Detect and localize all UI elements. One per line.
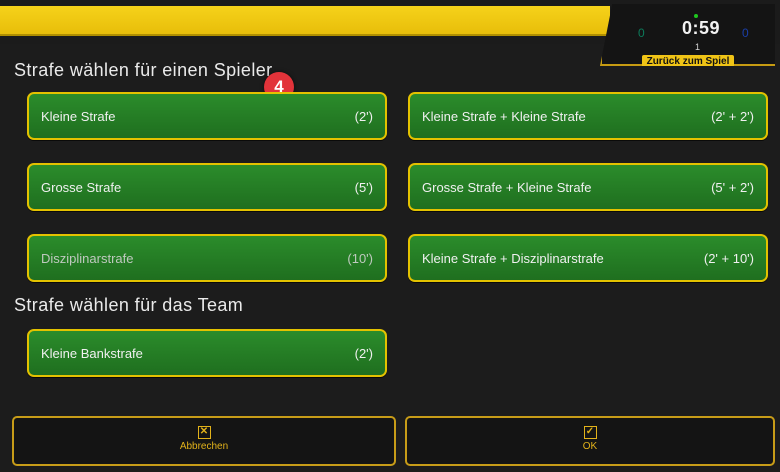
penalty-label: Kleine Strafe + Kleine Strafe xyxy=(422,108,586,124)
penalty-button-minor[interactable]: Kleine Strafe (2') xyxy=(27,92,387,140)
penalty-label: Grosse Strafe + Kleine Strafe xyxy=(422,179,592,195)
back-to-game-button[interactable]: Zurück zum Spiel xyxy=(642,55,734,66)
penalty-button-major[interactable]: Grosse Strafe (5') xyxy=(27,163,387,211)
ok-label: OK xyxy=(582,441,598,452)
penalty-duration: (2') xyxy=(354,108,373,124)
checkmark-icon: ✓ xyxy=(583,426,597,439)
penalty-button-major-minor[interactable]: Grosse Strafe + Kleine Strafe (5' + 2') xyxy=(408,163,768,211)
game-clock: 0:59 xyxy=(682,18,721,38)
penalty-label: Kleine Strafe + Disziplinarstrafe xyxy=(422,250,604,266)
penalty-button-minor-misconduct[interactable]: Kleine Strafe + Disziplinarstrafe (2' + … xyxy=(408,234,768,282)
penalty-duration: (5' + 2') xyxy=(711,179,754,195)
close-icon: ✕ xyxy=(197,426,211,439)
header-band xyxy=(0,6,610,36)
penalty-label: Kleine Bankstrafe xyxy=(41,345,143,361)
penalty-label: Disziplinarstrafe xyxy=(41,250,134,266)
penalty-label: Grosse Strafe xyxy=(41,179,122,195)
penalty-duration: (10') xyxy=(347,250,373,266)
penalty-button-misconduct[interactable]: Disziplinarstrafe (10') xyxy=(27,234,387,282)
player-penalty-title: Strafe wählen für einen Spieler xyxy=(14,60,273,80)
penalty-duration: (2' + 2') xyxy=(711,108,754,124)
penalty-button-minor-minor[interactable]: Kleine Strafe + Kleine Strafe (2' + 2') xyxy=(408,92,768,140)
penalty-label: Kleine Strafe xyxy=(41,108,116,124)
penalty-duration: (2') xyxy=(354,345,373,361)
ok-button[interactable]: ✓ OK xyxy=(405,416,775,466)
penalty-duration: (2' + 10') xyxy=(703,250,754,266)
team-penalty-title: Strafe wählen für das Team xyxy=(14,295,244,315)
away-score: 0 xyxy=(742,26,749,40)
cancel-label: Abbrechen xyxy=(179,441,229,452)
cancel-button[interactable]: ✕ Abbrechen xyxy=(12,416,396,466)
penalty-duration: (5') xyxy=(354,179,373,195)
period-indicator: 1 xyxy=(695,42,701,52)
scoreboard: 0 0:59 1 0 Zurück zum Spiel xyxy=(600,4,775,66)
penalty-button-bench-minor[interactable]: Kleine Bankstrafe (2') xyxy=(27,329,387,377)
home-score: 0 xyxy=(638,26,645,40)
